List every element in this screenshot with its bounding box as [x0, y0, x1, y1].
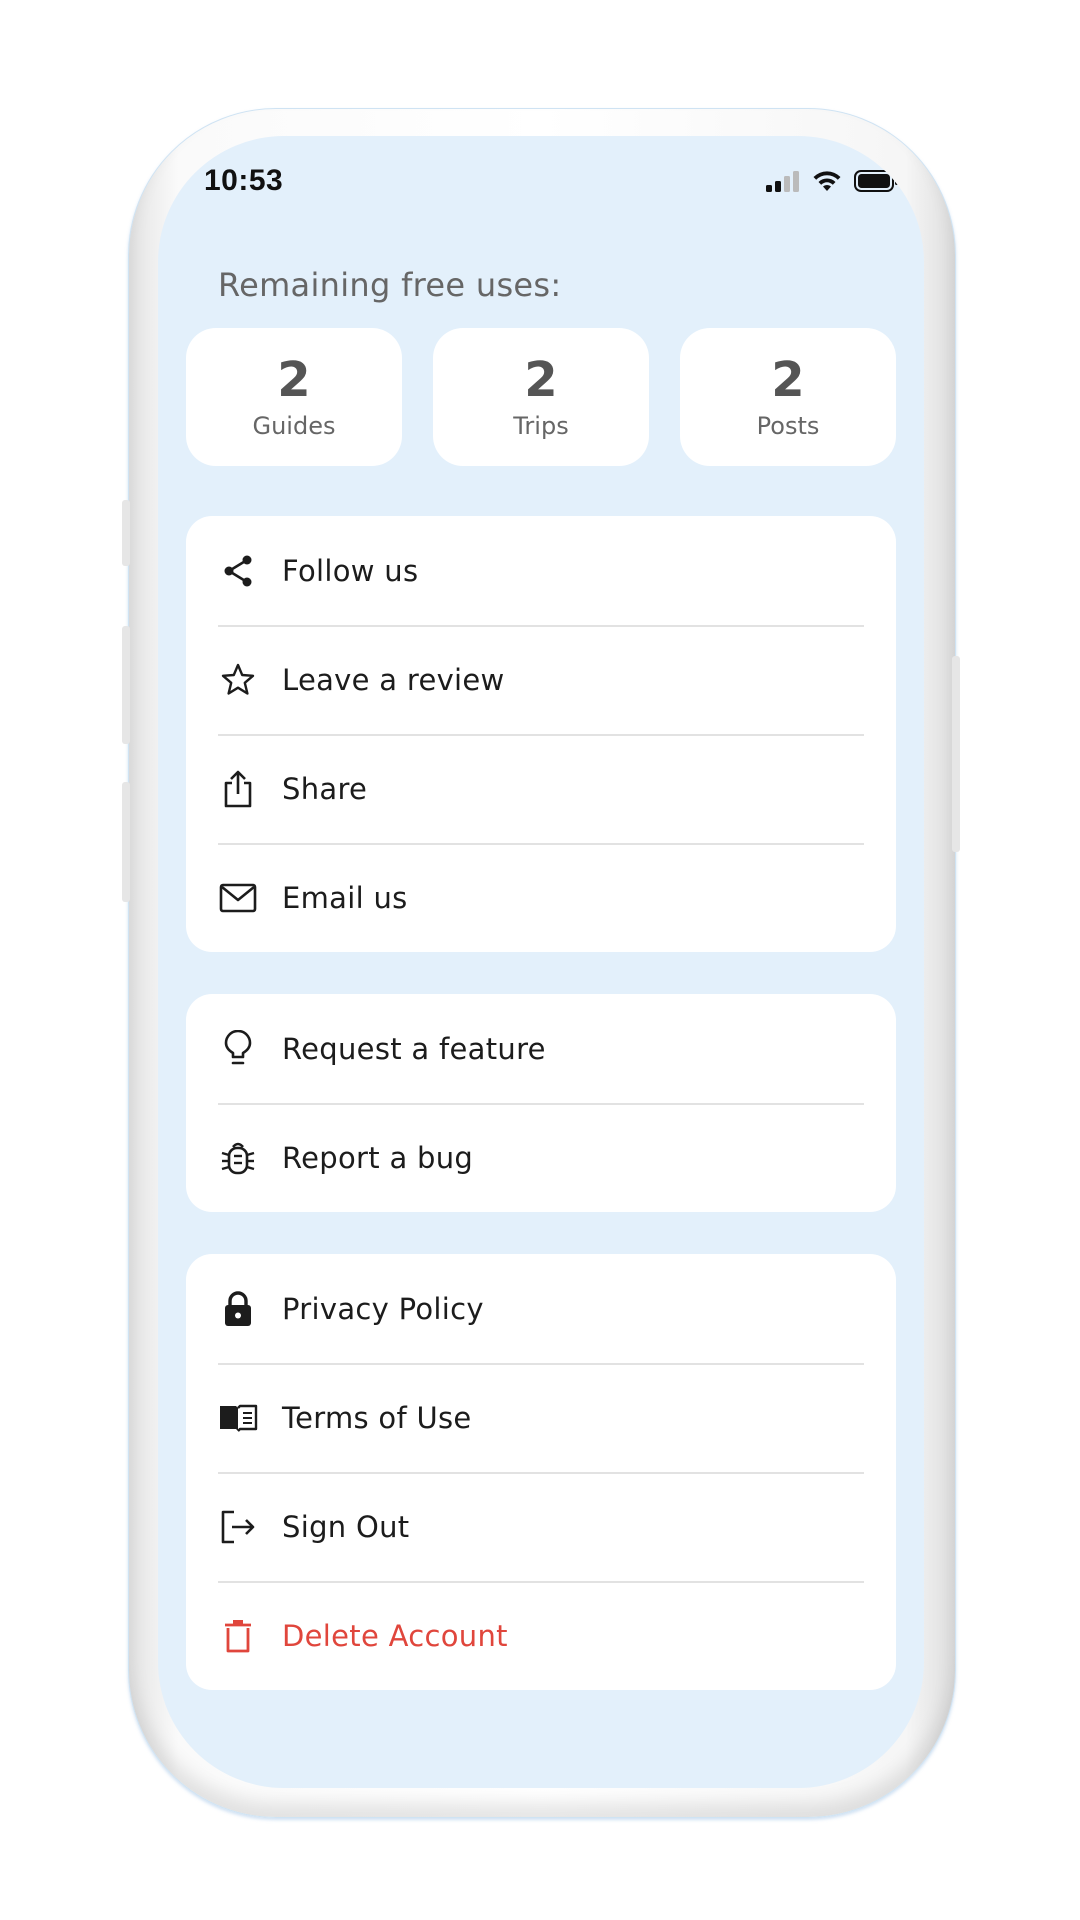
power-button — [952, 656, 960, 852]
menu-label: Email us — [282, 880, 408, 915]
remaining-uses-title: Remaining free uses: — [218, 266, 562, 304]
trash-icon — [218, 1616, 258, 1656]
menu-item-sign-out[interactable]: Sign Out — [186, 1472, 896, 1581]
app-screen: 10:53 Remaining free uses: 2 Guides 2 Tr… — [158, 136, 924, 1788]
menu-group-account: Privacy Policy Terms of Use Sign Out Del… — [186, 1254, 896, 1690]
stat-value: 2 — [524, 351, 558, 408]
lock-icon — [218, 1289, 258, 1329]
book-icon — [218, 1398, 258, 1438]
stat-card-guides: 2 Guides — [186, 328, 402, 466]
menu-group-feedback: Request a feature Report a bug — [186, 994, 896, 1212]
mail-icon — [218, 878, 258, 918]
status-time: 10:53 — [204, 164, 284, 197]
menu-item-leave-review[interactable]: Leave a review — [186, 625, 896, 734]
stat-value: 2 — [771, 351, 805, 408]
usage-stats: 2 Guides 2 Trips 2 Posts — [186, 328, 896, 466]
stat-card-posts: 2 Posts — [680, 328, 896, 466]
stat-label: Trips — [513, 412, 569, 441]
stat-label: Guides — [252, 412, 336, 441]
volume-up-button — [122, 626, 130, 744]
menu-label: Request a feature — [282, 1031, 546, 1066]
menu-label: Terms of Use — [282, 1400, 472, 1435]
menu-label: Follow us — [282, 553, 419, 588]
share-nodes-icon — [218, 551, 258, 591]
share-upload-icon — [218, 769, 258, 809]
silent-switch — [122, 500, 130, 566]
menu-item-share[interactable]: Share — [186, 734, 896, 843]
wifi-icon — [812, 170, 842, 196]
battery-icon — [854, 170, 900, 196]
menu-label: Privacy Policy — [282, 1291, 484, 1326]
menu-label: Share — [282, 771, 368, 806]
lightbulb-icon — [218, 1029, 258, 1069]
menu-item-delete-account[interactable]: Delete Account — [186, 1581, 896, 1690]
volume-down-button — [122, 782, 130, 902]
status-icons — [766, 170, 900, 196]
menu-item-follow-us[interactable]: Follow us — [186, 516, 896, 625]
device-mockup: 10:53 Remaining free uses: 2 Guides 2 Tr… — [0, 0, 1080, 1920]
menu-label: Report a bug — [282, 1140, 474, 1175]
menu-item-email-us[interactable]: Email us — [186, 843, 896, 952]
menu-item-report-bug[interactable]: Report a bug — [186, 1103, 896, 1212]
stat-card-trips: 2 Trips — [433, 328, 649, 466]
menu-item-terms-of-use[interactable]: Terms of Use — [186, 1363, 896, 1472]
menu-item-privacy-policy[interactable]: Privacy Policy — [186, 1254, 896, 1363]
stat-value: 2 — [277, 351, 311, 408]
cellular-signal-icon — [766, 170, 800, 196]
bug-icon — [218, 1138, 258, 1178]
star-icon — [218, 660, 258, 700]
menu-label: Sign Out — [282, 1509, 410, 1544]
menu-label: Leave a review — [282, 662, 505, 697]
menu-group-social: Follow us Leave a review Share Email us — [186, 516, 896, 952]
stat-label: Posts — [756, 412, 820, 441]
menu-item-request-feature[interactable]: Request a feature — [186, 994, 896, 1103]
sign-out-icon — [218, 1507, 258, 1547]
menu-label: Delete Account — [282, 1618, 508, 1653]
